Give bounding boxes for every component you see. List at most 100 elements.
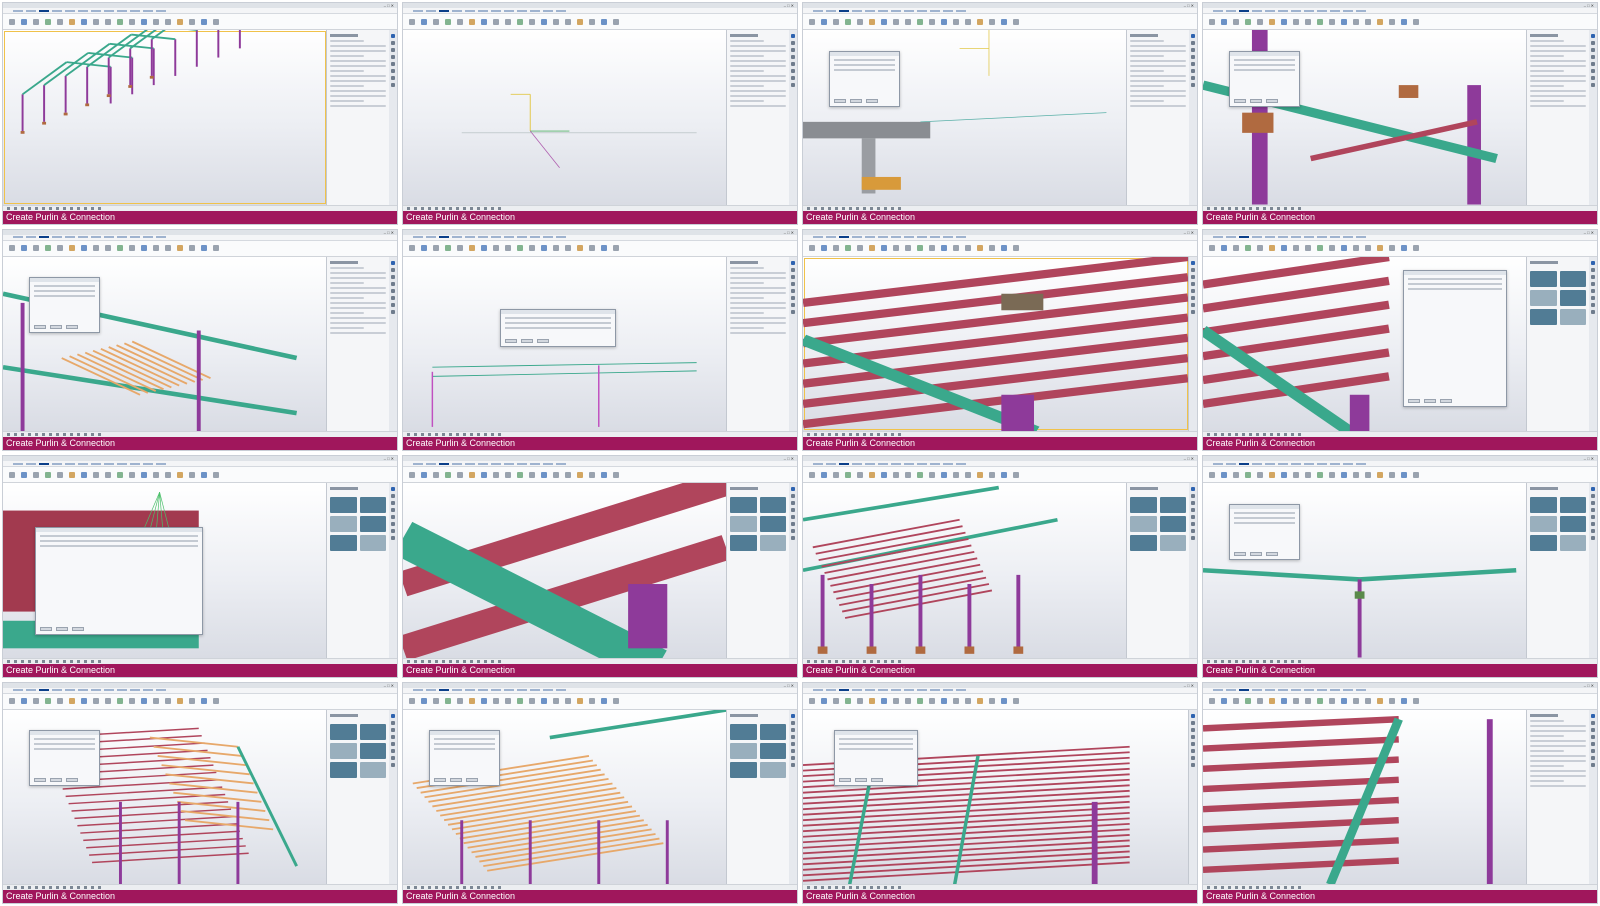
snap-tool-icon[interactable] xyxy=(91,659,94,663)
side-tool-icon[interactable] xyxy=(1191,741,1195,746)
ribbon-tab[interactable] xyxy=(943,689,953,691)
ribbon-tool-icon[interactable] xyxy=(881,245,887,251)
ribbon-tool-icon[interactable] xyxy=(409,698,415,704)
side-tool-icon[interactable] xyxy=(791,741,795,746)
side-tool-icon[interactable] xyxy=(1191,62,1195,66)
side-tool-icon[interactable] xyxy=(1191,69,1195,73)
catalog-item[interactable] xyxy=(1559,535,1586,551)
snap-tool-icon[interactable] xyxy=(814,659,817,663)
ribbon-tab[interactable] xyxy=(1226,689,1236,691)
snap-tool-icon[interactable] xyxy=(842,433,845,436)
dialog-button[interactable] xyxy=(520,339,533,344)
side-tool-icon[interactable] xyxy=(1191,41,1195,45)
video-thumbnail-tile[interactable]: ‒ □ ✕ Create Purlin & Connection xyxy=(402,681,798,904)
ribbon-tool-icon[interactable] xyxy=(1401,245,1407,251)
ribbon-tab[interactable] xyxy=(517,462,527,465)
ribbon-tab[interactable] xyxy=(1291,689,1301,691)
property-row[interactable] xyxy=(730,75,786,77)
ribbon-tool-icon[interactable] xyxy=(1377,471,1383,478)
snap-tool-icon[interactable] xyxy=(91,206,94,210)
side-tool-icon[interactable] xyxy=(1591,69,1595,73)
ribbon-tab[interactable] xyxy=(1330,9,1340,12)
snap-tool-icon[interactable] xyxy=(470,659,473,663)
ribbon-tab[interactable] xyxy=(78,9,88,12)
side-tool-icon[interactable] xyxy=(1191,494,1195,498)
side-tool-icon[interactable] xyxy=(1591,55,1595,59)
ribbon-tab[interactable] xyxy=(1239,689,1249,691)
snap-tool-icon[interactable] xyxy=(835,433,838,436)
snap-tool-icon[interactable] xyxy=(1235,206,1238,210)
snap-tool-icon[interactable] xyxy=(1256,886,1259,889)
ribbon-tab[interactable] xyxy=(130,236,140,238)
ribbon-tool-icon[interactable] xyxy=(1365,245,1371,251)
catalog-item[interactable] xyxy=(330,742,357,759)
ribbon-tool-icon[interactable] xyxy=(201,698,207,704)
side-tool-icon[interactable] xyxy=(791,76,795,80)
ribbon-tool-icon[interactable] xyxy=(409,471,415,478)
snap-tool-icon[interactable] xyxy=(1221,433,1224,436)
ribbon-tool-icon[interactable] xyxy=(517,698,523,704)
snap-tool-icon[interactable] xyxy=(814,206,817,210)
side-tool-icon[interactable] xyxy=(391,501,395,505)
ribbon-tab[interactable] xyxy=(104,462,114,465)
ribbon-tool-icon[interactable] xyxy=(905,698,911,704)
ribbon-tool-icon[interactable] xyxy=(869,18,875,25)
ribbon-tab[interactable] xyxy=(1265,689,1275,691)
snap-tool-icon[interactable] xyxy=(14,886,17,889)
properties-panel[interactable] xyxy=(727,30,789,205)
side-tool-icon[interactable] xyxy=(1591,494,1595,498)
side-tool-icon[interactable] xyxy=(391,755,395,760)
side-tool-icon[interactable] xyxy=(791,274,795,279)
side-tool-icon[interactable] xyxy=(791,727,795,732)
catalog-item[interactable] xyxy=(759,535,786,551)
ribbon-tool-icon[interactable] xyxy=(1341,471,1347,478)
property-row[interactable] xyxy=(730,95,786,97)
video-thumbnail-tile[interactable]: ‒ □ ✕ Create Purlin & Connection xyxy=(2,2,398,225)
ribbon-tool-icon[interactable] xyxy=(601,18,607,25)
side-tool-icon[interactable] xyxy=(1591,748,1595,753)
ribbon-tool-icon[interactable] xyxy=(409,18,415,25)
ribbon-tool-icon[interactable] xyxy=(1377,18,1383,25)
ribbon-tab[interactable] xyxy=(1265,9,1275,12)
ribbon-tool-icon[interactable] xyxy=(433,698,439,704)
ribbon-tool-icon[interactable] xyxy=(177,471,183,478)
property-row[interactable] xyxy=(1530,739,1586,742)
dialog-field[interactable] xyxy=(833,63,895,66)
side-tool-icon[interactable] xyxy=(791,487,795,491)
snap-tool-icon[interactable] xyxy=(414,886,417,889)
ribbon-tool-icon[interactable] xyxy=(989,245,995,251)
ribbon-tool-icon[interactable] xyxy=(857,471,863,478)
ribbon-tool-icon[interactable] xyxy=(433,471,439,478)
ribbon-tool-icon[interactable] xyxy=(129,471,135,478)
window-controls-icon[interactable]: ‒ □ ✕ xyxy=(384,3,394,8)
snap-tool-icon[interactable] xyxy=(449,206,452,210)
snap-tool-icon[interactable] xyxy=(484,886,487,889)
ribbon-tab[interactable] xyxy=(65,236,75,238)
property-row[interactable] xyxy=(730,85,764,87)
side-tool-icon[interactable] xyxy=(391,267,395,272)
snap-tool-icon[interactable] xyxy=(21,433,24,436)
dialog-field[interactable] xyxy=(33,295,95,298)
ribbon-tab[interactable] xyxy=(839,689,849,691)
snap-tool-icon[interactable] xyxy=(35,886,38,889)
catalog-item[interactable] xyxy=(330,516,357,532)
side-tool-icon[interactable] xyxy=(391,41,395,45)
model-viewport[interactable] xyxy=(403,256,727,431)
video-thumbnail-tile[interactable]: ‒ □ ✕ Create Purlin & Connection xyxy=(1202,228,1598,451)
snap-tool-icon[interactable] xyxy=(898,659,901,663)
property-row[interactable] xyxy=(730,100,764,102)
ribbon-tool-icon[interactable] xyxy=(1281,471,1287,478)
property-row[interactable] xyxy=(1530,90,1586,92)
property-row[interactable] xyxy=(1530,759,1586,762)
dialog-button[interactable] xyxy=(56,626,69,631)
property-row[interactable] xyxy=(330,90,386,92)
ribbon-tool-icon[interactable] xyxy=(57,18,63,25)
property-row[interactable] xyxy=(1130,75,1186,77)
snap-tool-icon[interactable] xyxy=(1256,433,1259,436)
snap-tool-icon[interactable] xyxy=(449,433,452,436)
ribbon-tool-icon[interactable] xyxy=(1305,698,1311,704)
ribbon-tab[interactable] xyxy=(13,9,23,12)
dialog-button[interactable] xyxy=(433,778,446,783)
ribbon-tool-icon[interactable] xyxy=(481,471,487,478)
ribbon-tab[interactable] xyxy=(1330,689,1340,691)
